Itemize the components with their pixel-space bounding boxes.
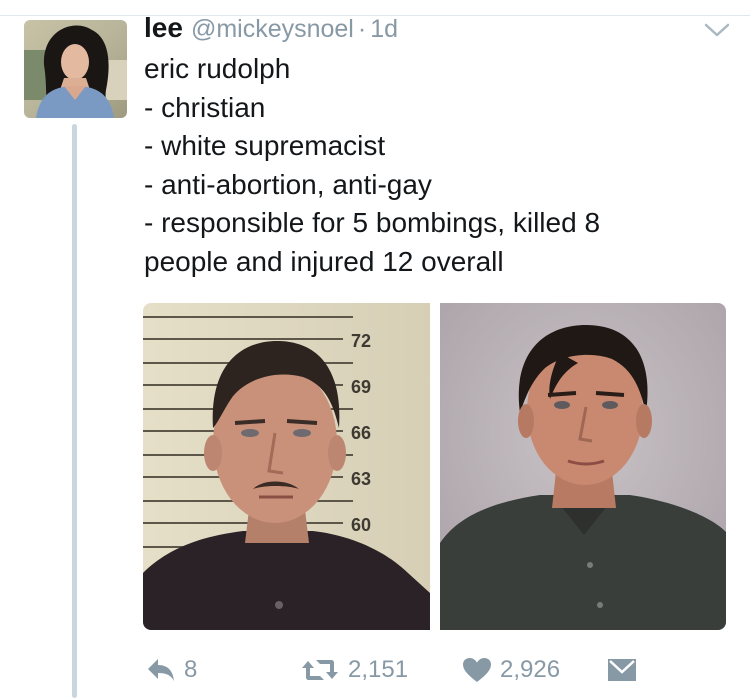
direct-message-button[interactable] [606, 650, 638, 690]
user-handle[interactable]: @mickeysnoel [191, 15, 354, 44]
tweet-media: 72 69 66 63 60 [143, 303, 726, 630]
media-photo-mugshot[interactable]: 72 69 66 63 60 [143, 303, 430, 630]
avatar[interactable] [24, 20, 127, 118]
tweet-text-line: people and injured 12 overall [144, 245, 504, 277]
retweet-button[interactable]: 2,151 [300, 650, 408, 690]
media-photo-portrait[interactable] [439, 303, 726, 630]
display-name[interactable]: lee [144, 12, 183, 44]
tweet-text-line: - christian [144, 91, 266, 123]
heart-icon [463, 658, 491, 682]
like-button[interactable]: 2,926 [462, 650, 560, 690]
direct-message-icon [608, 659, 636, 681]
tweet-header: lee @mickeysnoel · 1d [144, 12, 398, 48]
height-label: 69 [351, 377, 371, 397]
tweet-text-line: eric rudolph [144, 53, 291, 84]
tweet-text-line: - white supremacist [144, 130, 386, 161]
like-count: 2,926 [500, 656, 561, 683]
separator: · [357, 15, 367, 43]
portrait-image [439, 303, 726, 630]
tweet: lee @mickeysnoel · 1d eric rudolph - chr… [0, 0, 750, 698]
height-label: 72 [351, 331, 371, 351]
reply-count: 8 [184, 656, 198, 683]
avatar-image [24, 20, 127, 118]
height-label: 63 [351, 469, 371, 489]
tweet-text-line: - responsible for 5 bombings, killed 8 [144, 207, 601, 238]
timestamp[interactable]: 1d [370, 15, 398, 44]
height-label: 60 [351, 515, 371, 535]
chevron-down-icon[interactable] [704, 22, 730, 38]
tweet-text: eric rudolph - christian - white suprema… [144, 50, 729, 281]
reply-button[interactable]: 8 [146, 650, 197, 690]
tweet-text-line: - anti-abortion, anti-gay [144, 168, 432, 200]
retweet-icon [302, 660, 338, 680]
thread-line [72, 124, 77, 698]
tweet-actions: 8 2,151 2,926 [0, 650, 750, 690]
height-label: 66 [351, 423, 371, 443]
reply-icon [148, 659, 174, 681]
retweet-count: 2,151 [348, 656, 409, 683]
mugshot-image: 72 69 66 63 60 [143, 303, 430, 630]
